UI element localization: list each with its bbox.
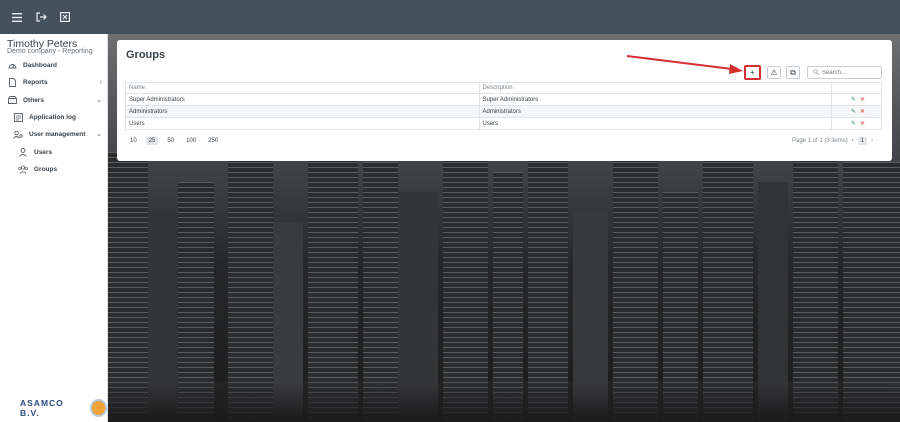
edit-icon[interactable]: ✎ [851, 109, 856, 115]
sidebar-item-label: Dashboard [23, 61, 57, 69]
search-icon [813, 68, 819, 77]
previous-page-icon[interactable]: ‹ [852, 138, 854, 144]
page-info: Page 1 of 1 (3 items) [792, 138, 848, 144]
sidebar: Timothy Peters Demo company - Reporting … [0, 34, 108, 422]
edit-icon[interactable]: ✎ [851, 121, 856, 127]
user-company: Demo company - Reporting [7, 48, 93, 55]
cell-description: Administrators [478, 105, 833, 118]
cell-actions: ✎ ✕ [831, 117, 882, 130]
cell-actions: ✎ ✕ [831, 105, 882, 118]
search-box[interactable] [807, 66, 882, 79]
dashboard-icon [7, 60, 17, 70]
table-row[interactable]: Users Users ✎ ✕ [125, 117, 882, 130]
search-input[interactable] [822, 69, 877, 76]
column-header-name[interactable]: Name [125, 82, 480, 94]
warning-button[interactable]: ⚠ [767, 66, 781, 79]
copy-button[interactable]: ⧉ [786, 66, 800, 79]
delete-icon[interactable]: ✕ [860, 121, 865, 127]
table-header-row: Name Description [125, 82, 882, 94]
warning-icon: ⚠ [770, 68, 778, 77]
page-size-option[interactable]: 10 [127, 137, 140, 145]
add-button[interactable]: + [744, 65, 761, 80]
sidebar-item-label: Reports [23, 78, 48, 86]
group-icon [18, 164, 28, 174]
page-size-option[interactable]: 250 [205, 137, 221, 145]
chevron-down-icon: ⌄ [96, 97, 102, 104]
edit-icon[interactable]: ✎ [851, 97, 856, 103]
box-icon [7, 95, 17, 105]
top-bar [0, 0, 900, 34]
chevron-down-icon: ⌄ [96, 131, 102, 138]
sidebar-item-reports[interactable]: Reports › [0, 75, 108, 89]
sidebar-item-groups[interactable]: Groups [0, 162, 108, 176]
next-page-icon[interactable]: › [871, 138, 873, 144]
cell-name: Super Administrators [125, 93, 480, 106]
sidebar-item-label: User management [29, 130, 86, 138]
close-square-icon[interactable] [56, 8, 74, 26]
brand-name: ASAMCO B.V. [20, 398, 64, 418]
cell-name: Users [125, 117, 480, 130]
sidebar-item-application-log[interactable]: Application log [0, 110, 108, 124]
sidebar-item-label: Users [34, 148, 53, 156]
users-gear-icon [13, 129, 23, 139]
chevron-right-icon: › [99, 78, 102, 86]
groups-panel: Groups + ⚠ ⧉ Name Description Super Admi… [117, 40, 892, 161]
sidebar-item-label: Groups [34, 165, 58, 173]
sidebar-item-users[interactable]: Users [0, 145, 108, 159]
sidebar-item-others[interactable]: Others ⌄ [0, 93, 108, 107]
menu-icon[interactable] [8, 8, 26, 26]
sidebar-item-dashboard[interactable]: Dashboard [0, 58, 108, 72]
file-icon [7, 77, 17, 87]
groups-table: Name Description Super Administrators Su… [125, 82, 882, 130]
delete-icon[interactable]: ✕ [860, 97, 865, 103]
page-size-option-selected[interactable]: 25 [145, 137, 159, 145]
table-row[interactable]: Super Administrators Super Administrator… [125, 93, 882, 106]
sidebar-item-label: Others [23, 96, 44, 104]
page-size-option[interactable]: 50 [164, 137, 177, 145]
table-row[interactable]: Administrators Administrators ✎ ✕ [125, 105, 882, 118]
sidebar-item-label: Application log [29, 113, 76, 121]
plus-icon: + [750, 68, 755, 77]
column-header-actions [831, 82, 882, 94]
page-size-option[interactable]: 100 [183, 137, 199, 145]
page-size-selector: 10 25 50 100 250 [127, 137, 221, 145]
brand-logo [89, 399, 107, 417]
cell-description: Super Administrators [478, 93, 833, 106]
log-icon [13, 112, 23, 122]
sidebar-item-user-management[interactable]: User management ⌄ [0, 127, 108, 141]
cell-name: Administrators [125, 105, 480, 118]
cell-description: Users [478, 117, 833, 130]
cell-actions: ✎ ✕ [831, 93, 882, 106]
column-header-description[interactable]: Description [478, 82, 833, 94]
pagination: Page 1 of 1 (3 items) ‹ 1 › [792, 137, 873, 145]
logout-icon[interactable] [32, 8, 50, 26]
page-title: Groups [126, 49, 166, 61]
delete-icon[interactable]: ✕ [860, 109, 865, 115]
brand: ASAMCO B.V. [20, 398, 107, 418]
copy-icon: ⧉ [790, 67, 796, 77]
user-icon [18, 147, 28, 157]
current-page-button[interactable]: 1 [857, 137, 868, 145]
